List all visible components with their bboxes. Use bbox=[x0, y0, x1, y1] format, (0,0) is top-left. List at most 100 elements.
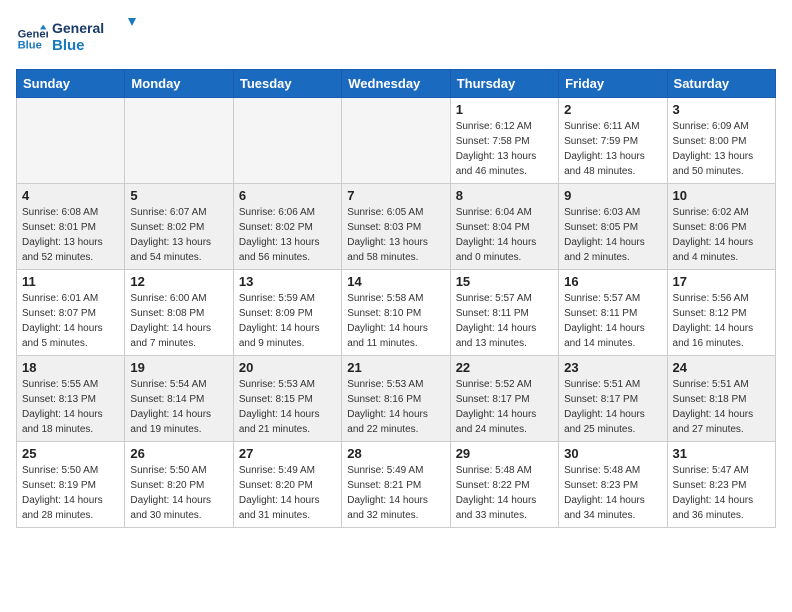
day-number: 22 bbox=[456, 360, 553, 375]
calendar-day-cell: 1 Sunrise: 6:12 AMSunset: 7:58 PMDaylight… bbox=[450, 98, 558, 184]
calendar-day-cell: 18 Sunrise: 5:55 AMSunset: 8:13 PMDayligh… bbox=[17, 356, 125, 442]
calendar-day-cell: 13 Sunrise: 5:59 AMSunset: 8:09 PMDayligh… bbox=[233, 270, 341, 356]
day-info: Sunrise: 5:52 AMSunset: 8:17 PMDaylight:… bbox=[456, 377, 553, 437]
calendar-day-cell: 16Sunrise: 5:57 AMSunset: 8:11 PMDayligh… bbox=[559, 270, 667, 356]
calendar-day-cell: 23 Sunrise: 5:51 AMSunset: 8:17 PMDayligh… bbox=[559, 356, 667, 442]
day-info: Sunrise: 5:58 AMSunset: 8:10 PMDaylight:… bbox=[347, 291, 444, 351]
day-number: 19 bbox=[130, 360, 227, 375]
day-info: Sunrise: 6:12 AMSunset: 7:58 PMDaylight:… bbox=[456, 119, 553, 179]
day-info: Sunrise: 6:07 AMSunset: 8:02 PMDaylight:… bbox=[130, 205, 227, 265]
calendar-day-cell: 21 Sunrise: 5:53 AMSunset: 8:16 PMDayligh… bbox=[342, 356, 450, 442]
day-info: Sunrise: 5:54 AMSunset: 8:14 PMDaylight:… bbox=[130, 377, 227, 437]
calendar-week-row: 1 Sunrise: 6:12 AMSunset: 7:58 PMDaylight… bbox=[17, 98, 776, 184]
day-number: 12 bbox=[130, 274, 227, 289]
day-info: Sunrise: 5:57 AMSunset: 8:11 PMDaylight:… bbox=[456, 291, 553, 351]
weekday-header: Wednesday bbox=[342, 70, 450, 98]
day-number: 13 bbox=[239, 274, 336, 289]
calendar-day-cell: 11 Sunrise: 6:01 AMSunset: 8:07 PMDayligh… bbox=[17, 270, 125, 356]
calendar-day-cell: 20 Sunrise: 5:53 AMSunset: 8:15 PMDayligh… bbox=[233, 356, 341, 442]
weekday-header: Monday bbox=[125, 70, 233, 98]
day-number: 17 bbox=[673, 274, 770, 289]
weekday-header: Sunday bbox=[17, 70, 125, 98]
day-number: 29 bbox=[456, 446, 553, 461]
day-info: Sunrise: 5:49 AMSunset: 8:20 PMDaylight:… bbox=[239, 463, 336, 523]
day-number: 18 bbox=[22, 360, 119, 375]
day-number: 11 bbox=[22, 274, 119, 289]
day-number: 16 bbox=[564, 274, 661, 289]
calendar-day-cell: 9 Sunrise: 6:03 AMSunset: 8:05 PMDaylight… bbox=[559, 184, 667, 270]
day-info: Sunrise: 5:50 AMSunset: 8:20 PMDaylight:… bbox=[130, 463, 227, 523]
day-number: 6 bbox=[239, 188, 336, 203]
calendar-day-cell: 7Sunrise: 6:05 AMSunset: 8:03 PMDaylight… bbox=[342, 184, 450, 270]
day-info: Sunrise: 6:00 AMSunset: 8:08 PMDaylight:… bbox=[130, 291, 227, 351]
day-info: Sunrise: 5:50 AMSunset: 8:19 PMDaylight:… bbox=[22, 463, 119, 523]
day-number: 9 bbox=[564, 188, 661, 203]
day-number: 15 bbox=[456, 274, 553, 289]
day-number: 27 bbox=[239, 446, 336, 461]
weekday-header: Friday bbox=[559, 70, 667, 98]
calendar-day-cell: 6 Sunrise: 6:06 AMSunset: 8:02 PMDaylight… bbox=[233, 184, 341, 270]
svg-text:Blue: Blue bbox=[18, 39, 42, 51]
day-number: 26 bbox=[130, 446, 227, 461]
day-info: Sunrise: 5:51 AMSunset: 8:17 PMDaylight:… bbox=[564, 377, 661, 437]
calendar-week-row: 18 Sunrise: 5:55 AMSunset: 8:13 PMDayligh… bbox=[17, 356, 776, 442]
day-info: Sunrise: 6:02 AMSunset: 8:06 PMDaylight:… bbox=[673, 205, 770, 265]
day-number: 20 bbox=[239, 360, 336, 375]
day-number: 28 bbox=[347, 446, 444, 461]
calendar-day-cell bbox=[342, 98, 450, 184]
day-number: 7 bbox=[347, 188, 444, 203]
day-number: 24 bbox=[673, 360, 770, 375]
weekday-header: Thursday bbox=[450, 70, 558, 98]
calendar-day-cell: 3Sunrise: 6:09 AMSunset: 8:00 PMDaylight… bbox=[667, 98, 775, 184]
day-number: 8 bbox=[456, 188, 553, 203]
svg-text:General: General bbox=[18, 28, 48, 40]
day-number: 30 bbox=[564, 446, 661, 461]
calendar-day-cell: 8 Sunrise: 6:04 AMSunset: 8:04 PMDaylight… bbox=[450, 184, 558, 270]
calendar-day-cell: 29 Sunrise: 5:48 AMSunset: 8:22 PMDayligh… bbox=[450, 442, 558, 528]
day-info: Sunrise: 5:53 AMSunset: 8:16 PMDaylight:… bbox=[347, 377, 444, 437]
page-header: General Blue General Blue bbox=[16, 16, 776, 61]
logo-svg: General Blue bbox=[52, 16, 142, 56]
day-number: 25 bbox=[22, 446, 119, 461]
day-info: Sunrise: 5:51 AMSunset: 8:18 PMDaylight:… bbox=[673, 377, 770, 437]
calendar-week-row: 4 Sunrise: 6:08 AMSunset: 8:01 PMDaylight… bbox=[17, 184, 776, 270]
weekday-header: Tuesday bbox=[233, 70, 341, 98]
day-info: Sunrise: 5:53 AMSunset: 8:15 PMDaylight:… bbox=[239, 377, 336, 437]
day-info: Sunrise: 5:49 AMSunset: 8:21 PMDaylight:… bbox=[347, 463, 444, 523]
svg-text:General: General bbox=[52, 20, 104, 36]
calendar-day-cell: 22 Sunrise: 5:52 AMSunset: 8:17 PMDayligh… bbox=[450, 356, 558, 442]
day-info: Sunrise: 6:08 AMSunset: 8:01 PMDaylight:… bbox=[22, 205, 119, 265]
calendar-day-cell: 5Sunrise: 6:07 AMSunset: 8:02 PMDaylight… bbox=[125, 184, 233, 270]
day-info: Sunrise: 6:01 AMSunset: 8:07 PMDaylight:… bbox=[22, 291, 119, 351]
day-info: Sunrise: 5:55 AMSunset: 8:13 PMDaylight:… bbox=[22, 377, 119, 437]
calendar-day-cell: 17 Sunrise: 5:56 AMSunset: 8:12 PMDayligh… bbox=[667, 270, 775, 356]
calendar-day-cell: 10Sunrise: 6:02 AMSunset: 8:06 PMDayligh… bbox=[667, 184, 775, 270]
day-number: 3 bbox=[673, 102, 770, 117]
day-info: Sunrise: 6:06 AMSunset: 8:02 PMDaylight:… bbox=[239, 205, 336, 265]
day-number: 23 bbox=[564, 360, 661, 375]
day-info: Sunrise: 5:48 AMSunset: 8:22 PMDaylight:… bbox=[456, 463, 553, 523]
svg-text:Blue: Blue bbox=[52, 37, 85, 54]
day-number: 2 bbox=[564, 102, 661, 117]
day-info: Sunrise: 5:56 AMSunset: 8:12 PMDaylight:… bbox=[673, 291, 770, 351]
calendar-week-row: 11 Sunrise: 6:01 AMSunset: 8:07 PMDayligh… bbox=[17, 270, 776, 356]
calendar-day-cell: 15 Sunrise: 5:57 AMSunset: 8:11 PMDayligh… bbox=[450, 270, 558, 356]
calendar-week-row: 25 Sunrise: 5:50 AMSunset: 8:19 PMDayligh… bbox=[17, 442, 776, 528]
calendar-day-cell bbox=[125, 98, 233, 184]
calendar-day-cell: 27 Sunrise: 5:49 AMSunset: 8:20 PMDayligh… bbox=[233, 442, 341, 528]
day-info: Sunrise: 5:47 AMSunset: 8:23 PMDaylight:… bbox=[673, 463, 770, 523]
day-number: 21 bbox=[347, 360, 444, 375]
day-number: 4 bbox=[22, 188, 119, 203]
logo-icon: General Blue bbox=[16, 23, 48, 55]
calendar-day-cell: 24 Sunrise: 5:51 AMSunset: 8:18 PMDayligh… bbox=[667, 356, 775, 442]
day-info: Sunrise: 6:04 AMSunset: 8:04 PMDaylight:… bbox=[456, 205, 553, 265]
calendar-day-cell: 30 Sunrise: 5:48 AMSunset: 8:23 PMDayligh… bbox=[559, 442, 667, 528]
day-info: Sunrise: 5:59 AMSunset: 8:09 PMDaylight:… bbox=[239, 291, 336, 351]
day-number: 1 bbox=[456, 102, 553, 117]
day-info: Sunrise: 5:48 AMSunset: 8:23 PMDaylight:… bbox=[564, 463, 661, 523]
day-info: Sunrise: 6:11 AMSunset: 7:59 PMDaylight:… bbox=[564, 119, 661, 179]
calendar-day-cell: 12 Sunrise: 6:00 AMSunset: 8:08 PMDayligh… bbox=[125, 270, 233, 356]
day-number: 31 bbox=[673, 446, 770, 461]
calendar-day-cell: 2 Sunrise: 6:11 AMSunset: 7:59 PMDaylight… bbox=[559, 98, 667, 184]
day-info: Sunrise: 6:03 AMSunset: 8:05 PMDaylight:… bbox=[564, 205, 661, 265]
